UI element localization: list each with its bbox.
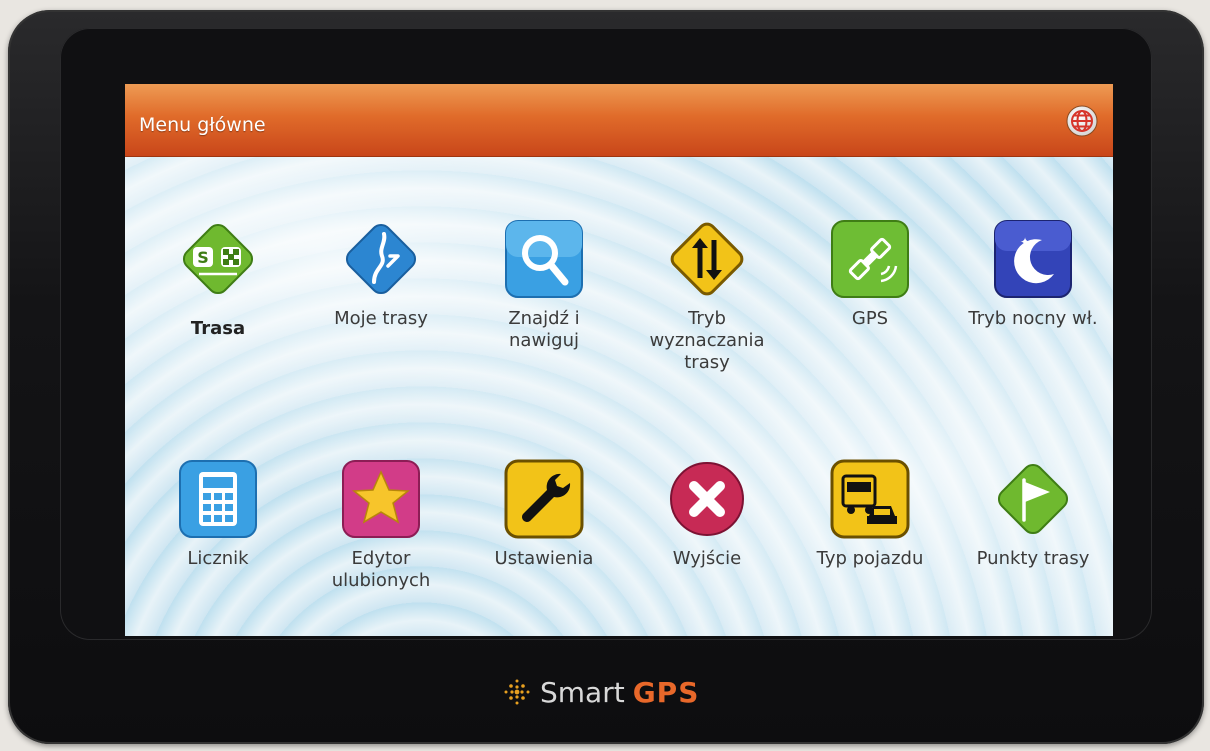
brand-suffix: GPS <box>632 675 700 709</box>
menu-item-licznik[interactable]: Licznik <box>138 456 298 570</box>
menu-item-edytor-ulubionych[interactable]: Edytor ulubionych <box>301 456 461 592</box>
route-icon: S <box>182 223 254 295</box>
menu-item-trasa[interactable]: S Trasa <box>138 216 298 340</box>
menu-label: GPS <box>851 308 889 329</box>
star-icon <box>342 460 420 538</box>
vehicle-icon <box>830 459 910 539</box>
svg-text:✦: ✦ <box>1020 235 1030 249</box>
menu-item-znajdz-i-nawiguj[interactable]: Znajdź i nawiguj <box>464 216 624 352</box>
menu-item-tryb-nocny[interactable]: ✦ Tryb nocny wł. <box>953 216 1113 330</box>
menu-item-gps[interactable]: GPS <box>790 216 950 330</box>
menu-label: Ustawienia <box>494 548 594 569</box>
menu-label: Tryb wyznaczania trasy <box>649 308 765 373</box>
menu-item-wyjscie[interactable]: Wyjście <box>627 456 787 570</box>
screen: Menu główne S Trasa Moje trasy Znajdź i … <box>125 84 1113 636</box>
menu-item-punkty-trasy[interactable]: Punkty trasy <box>953 456 1113 570</box>
svg-text:S: S <box>197 248 209 267</box>
wrench-icon <box>504 459 584 539</box>
brand-logo: Smart GPS <box>502 674 752 710</box>
exit-icon <box>670 462 744 536</box>
menu-label: Trasa <box>190 318 246 339</box>
title-bar: Menu główne <box>125 84 1113 157</box>
brand-dots-icon <box>504 679 530 705</box>
menu-label: Typ pojazdu <box>816 548 924 569</box>
brand-name: Smart <box>540 675 625 709</box>
menu-item-ustawienia[interactable]: Ustawienia <box>464 456 624 570</box>
menu-label: Edytor ulubionych <box>331 548 431 591</box>
menu-label: Tryb nocny wł. <box>968 308 1098 329</box>
menu-label: Znajdź i nawiguj <box>508 308 580 351</box>
menu-label: Wyjście <box>672 548 742 569</box>
menu-label: Moje trasy <box>334 308 428 329</box>
moon-icon: ✦ <box>994 220 1072 298</box>
my-routes-icon <box>345 223 417 295</box>
route-mode-icon <box>670 222 744 296</box>
window-title: Menu główne <box>139 114 266 136</box>
flag-icon <box>997 463 1069 535</box>
menu-label: Punkty trasy <box>976 548 1090 569</box>
menu-item-tryb-wyznaczania-trasy[interactable]: Tryb wyznaczania trasy <box>627 216 787 374</box>
menu-label: Licznik <box>187 548 249 569</box>
search-icon <box>505 220 583 298</box>
main-menu-grid: S Trasa Moje trasy Znajdź i nawiguj Tryb… <box>125 156 1113 636</box>
globe-icon[interactable] <box>1065 104 1099 138</box>
satellite-icon <box>831 220 909 298</box>
menu-item-moje-trasy[interactable]: Moje trasy <box>301 216 461 330</box>
menu-item-typ-pojazdu[interactable]: Typ pojazdu <box>790 456 950 570</box>
calculator-icon <box>179 460 257 538</box>
